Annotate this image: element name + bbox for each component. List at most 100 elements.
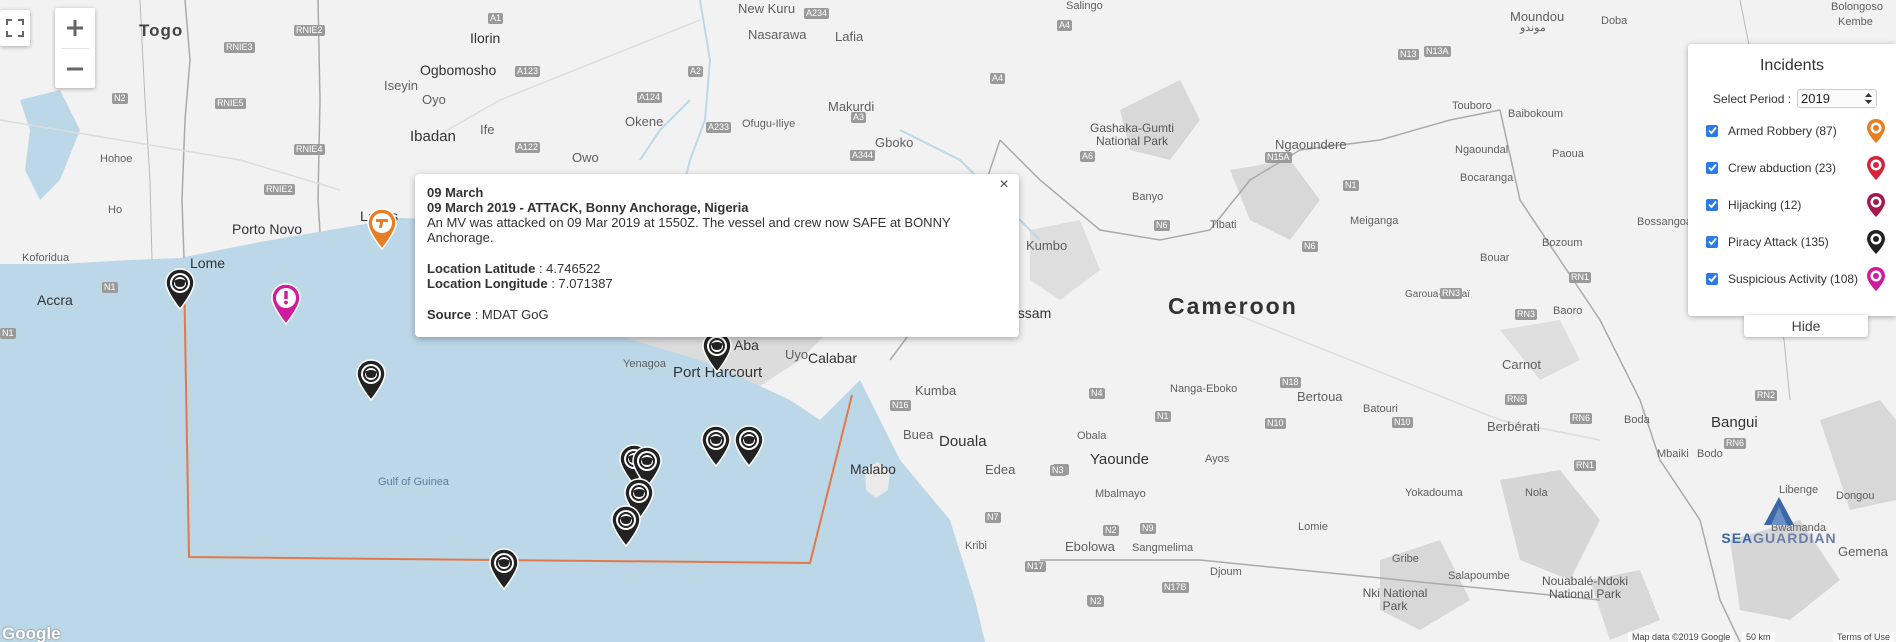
legend-pin-icon: [1867, 267, 1885, 291]
piracy-attack-marker[interactable]: [164, 268, 196, 311]
legend-item[interactable]: Suspicious Activity (108): [1688, 260, 1896, 297]
city-label-nasarawa: Nasarawa: [748, 27, 807, 42]
road-shield: N6: [1154, 220, 1170, 231]
city-label-ilorin: Ilorin: [470, 30, 501, 46]
city-label-bertoua: Bertoua: [1297, 389, 1343, 404]
city-label-ho: Ho: [108, 204, 123, 216]
legend-label: Piracy Attack (135): [1728, 234, 1829, 249]
piracy-attack-marker[interactable]: [733, 425, 765, 468]
road-shield: N2: [1088, 596, 1104, 607]
city-label-owo: Owo: [572, 150, 599, 165]
checkbox[interactable]: [1706, 161, 1718, 174]
piracy-attack-marker[interactable]: [488, 548, 520, 591]
park-label-nouabale: Nouabalé-Ndoki National Park: [1541, 574, 1629, 601]
road-shield: A3: [851, 112, 867, 123]
park-label-nki: Nki National Park: [1362, 586, 1428, 613]
city-label-baibokoum: Baibokoum: [1508, 108, 1564, 120]
city-label-calabar: Calabar: [808, 350, 858, 366]
legend-item[interactable]: Armed Robbery (87): [1688, 112, 1896, 149]
zoom-in-button[interactable]: [55, 8, 95, 48]
suspicious-activity-marker[interactable]: [270, 283, 302, 326]
road-shield: N13: [1398, 49, 1419, 60]
road-shield: A2: [688, 66, 704, 77]
popup-close-button[interactable]: ×: [993, 174, 1015, 196]
city-label-yaounde: Yaounde: [1090, 451, 1149, 468]
city-label-kumba: Kumba: [915, 383, 957, 398]
seaguardian-logo: SEAGUARDIAN: [1702, 497, 1856, 546]
city-label-yenagoa: Yenagoa: [623, 358, 667, 370]
checkbox[interactable]: [1706, 124, 1718, 137]
terms-link[interactable]: Terms of Use: [1833, 632, 1895, 642]
map-scale[interactable]: 50 km: [1742, 632, 1775, 642]
city-label-porto-novo: Porto Novo: [232, 221, 303, 237]
road-shield: A233: [706, 122, 732, 133]
road-shield: A1: [488, 13, 504, 24]
map-data-attribution: Map data ©2019 Google: [1628, 632, 1735, 642]
road-shield: N1: [0, 328, 16, 339]
popup-longitude: Location Longitude : 7.071387: [427, 276, 613, 291]
city-label-paoua: Paoua: [1552, 148, 1584, 160]
map-pin-icon: [734, 425, 764, 468]
road-shield: N1: [1343, 180, 1359, 191]
road-shield: N2: [1103, 525, 1119, 536]
city-label-sangmelima: Sangmelima: [1132, 542, 1194, 554]
city-label-ebolowa: Ebolowa: [1065, 539, 1115, 554]
road-shield: N17: [1025, 561, 1046, 572]
road-shield: N10: [1392, 417, 1413, 428]
checkbox[interactable]: [1706, 235, 1718, 248]
city-label-buea: Buea: [903, 427, 934, 442]
city-label-moundou-ar: موندو: [1520, 22, 1546, 34]
city-label-accra: Accra: [37, 292, 73, 308]
google-logo: Google: [2, 624, 61, 642]
city-label-boda: Boda: [1624, 414, 1650, 426]
fullscreen-icon: [6, 19, 24, 37]
city-label-hohoe: Hohoe: [100, 153, 133, 165]
road-shield: N1: [102, 282, 118, 293]
piracy-attack-marker[interactable]: [610, 505, 642, 548]
road-shield: N17B: [1162, 582, 1189, 593]
armed-robbery-marker[interactable]: [366, 208, 398, 251]
incident-popup: × 09 March 09 March 2019 - ATTACK, Bonny…: [415, 174, 1019, 337]
city-label-batouri: Batouri: [1363, 403, 1398, 415]
city-label-bossangoa: Bossangoa: [1637, 216, 1693, 228]
road-shield: RN2: [1755, 390, 1778, 401]
map-pin-icon: [702, 331, 732, 374]
city-label-ife: Ife: [480, 122, 495, 137]
road-shield: N6: [1302, 241, 1318, 252]
road-shield: N9: [1140, 523, 1156, 534]
road-shield: RNIE2: [294, 25, 325, 36]
road-shield: RN3: [1440, 288, 1463, 299]
road-shield: RN1: [1569, 272, 1592, 283]
city-label-libenge: Libenge: [1779, 484, 1819, 496]
hide-panel-button[interactable]: Hide: [1744, 315, 1868, 337]
legend-item[interactable]: Hijacking (12): [1688, 186, 1896, 223]
legend-label: Armed Robbery (87): [1728, 123, 1837, 138]
city-label-djoum: Djoum: [1210, 566, 1242, 578]
country-label-cameroon: Cameroon: [1168, 293, 1298, 319]
city-label-gribe: Gribe: [1392, 553, 1419, 565]
checkbox[interactable]: [1706, 198, 1718, 211]
piracy-attack-marker[interactable]: [700, 425, 732, 468]
map-pin-icon: [701, 425, 731, 468]
city-label-nanga-eboko: Nanga-Eboko: [1170, 383, 1238, 395]
period-select[interactable]: 2019: [1797, 89, 1878, 108]
legend-label: Crew abduction (23): [1728, 160, 1837, 175]
piracy-attack-marker[interactable]: [701, 331, 733, 374]
panel-title: Incidents: [1759, 57, 1825, 74]
zoom-control: [55, 8, 95, 88]
legend-item[interactable]: Crew abduction (23): [1688, 149, 1896, 186]
city-label-kembe: Kembe: [1838, 16, 1873, 28]
city-label-uyo: Uyo: [785, 347, 809, 362]
zoom-out-button[interactable]: [55, 49, 95, 89]
period-label: Select Period :: [1713, 91, 1792, 106]
popup-latitude: Location Latitude : 4.746522: [427, 261, 601, 276]
city-label-banyo: Banyo: [1132, 191, 1164, 203]
city-label-obala: Obala: [1077, 430, 1107, 442]
legend-item[interactable]: Piracy Attack (135): [1688, 223, 1896, 260]
fullscreen-button[interactable]: [0, 10, 30, 46]
incidents-panel: Incidents Select Period : 2019 Armed Rob…: [1688, 44, 1896, 316]
road-shield: N7: [985, 512, 1001, 523]
city-label-meiganga: Meiganga: [1350, 215, 1399, 227]
piracy-attack-marker[interactable]: [355, 359, 387, 402]
checkbox[interactable]: [1706, 272, 1718, 285]
